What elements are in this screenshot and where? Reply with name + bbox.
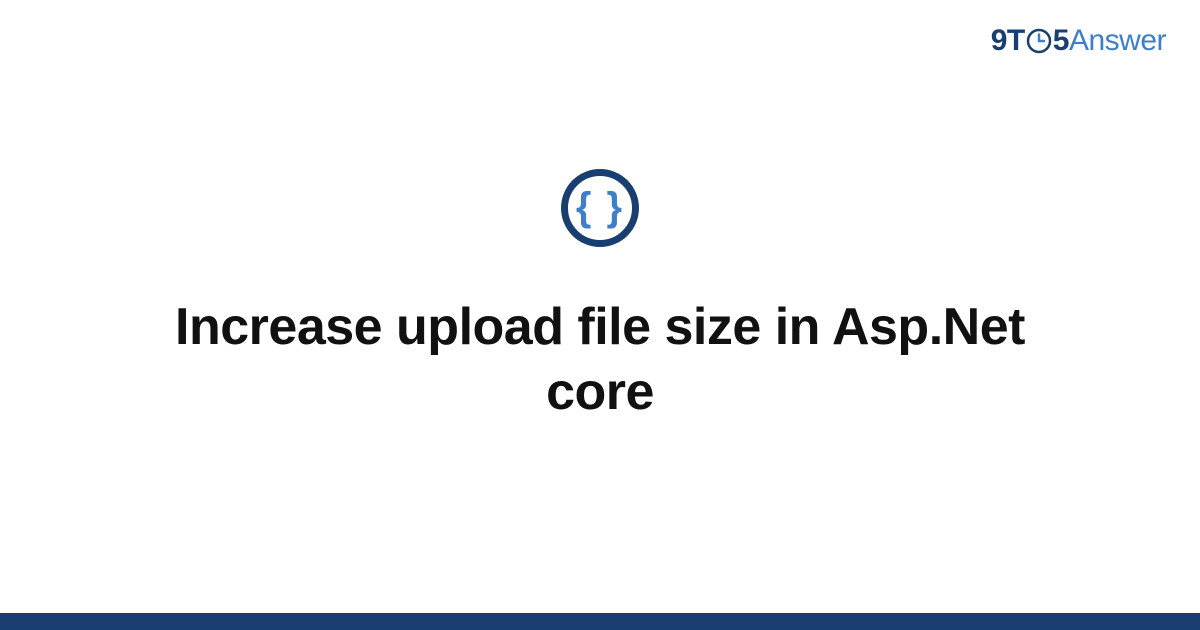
logo-text-answer: Answer: [1069, 24, 1166, 58]
code-braces-icon: { }: [576, 187, 624, 227]
logo-text-9t: 9T: [991, 24, 1025, 58]
category-badge: { }: [561, 169, 639, 247]
page-title: Increase upload file size in Asp.Net cor…: [150, 295, 1050, 425]
footer-bar: [0, 613, 1200, 630]
site-logo: 9T 5 Answer: [991, 24, 1166, 58]
logo-text-5: 5: [1053, 24, 1069, 58]
clock-icon: [1026, 28, 1052, 54]
main-content: { } Increase upload file size in Asp.Net…: [0, 169, 1200, 425]
